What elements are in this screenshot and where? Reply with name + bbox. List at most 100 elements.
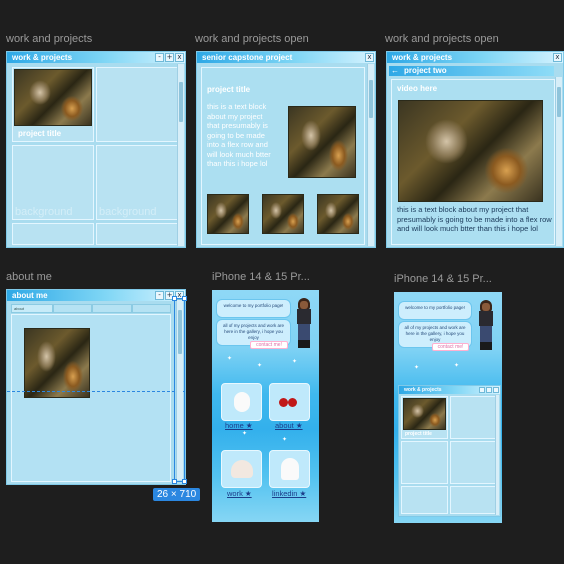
close-button[interactable]: x bbox=[553, 53, 562, 62]
titlebar[interactable]: work & projects bbox=[399, 386, 500, 394]
project-image bbox=[288, 106, 356, 178]
subtitle-bar: ← project two bbox=[389, 66, 554, 76]
project-card[interactable]: project title bbox=[401, 396, 448, 439]
project-thumbnail bbox=[403, 398, 446, 430]
background-placeholder: background bbox=[99, 206, 157, 218]
video-placeholder[interactable] bbox=[398, 100, 543, 202]
sparkle-icon: ✦ bbox=[242, 431, 248, 437]
project-card[interactable] bbox=[96, 223, 178, 245]
video-label: video here bbox=[397, 84, 438, 93]
tab-about[interactable]: about bbox=[11, 304, 53, 313]
nav-tile-work[interactable] bbox=[221, 450, 262, 488]
scrollbar-thumb[interactable] bbox=[178, 310, 182, 354]
titlebar[interactable]: senior capstone project x bbox=[197, 52, 375, 63]
gallery-thumbnail[interactable] bbox=[207, 194, 249, 234]
window-title: work & projects bbox=[12, 53, 73, 62]
project-detail-panel: video here this is a text block about my… bbox=[391, 79, 555, 245]
frame-label-about-me[interactable]: about me bbox=[6, 271, 52, 283]
dimension-badge: 26 × 710 bbox=[153, 488, 201, 501]
titlebar[interactable]: work & projects x bbox=[387, 52, 563, 63]
frame-label-iphone-2[interactable]: iPhone 14 & 15 Pr... bbox=[394, 273, 492, 285]
scrollbar-thumb[interactable] bbox=[369, 80, 373, 118]
sparkle-icon: ✦ bbox=[414, 365, 420, 371]
mini-work-window: work & projects project title bbox=[398, 385, 501, 517]
maximize-button[interactable] bbox=[486, 387, 492, 393]
scrollbar[interactable] bbox=[367, 64, 374, 246]
scrollbar[interactable] bbox=[176, 300, 183, 480]
project-card[interactable] bbox=[12, 223, 94, 245]
work-projects-window: work & projects - + x project title back… bbox=[6, 51, 186, 248]
project-card[interactable] bbox=[450, 441, 497, 484]
project-title: project title bbox=[207, 85, 251, 94]
phone-frame-home: welcome to my portfolio page! all of my … bbox=[212, 290, 319, 522]
nav-tile-home[interactable] bbox=[221, 383, 262, 421]
welcome-bubble: welcome to my portfolio page! bbox=[216, 299, 291, 318]
nav-linkedin-link[interactable]: linkedin ★ bbox=[272, 489, 306, 498]
about-panel bbox=[11, 314, 171, 482]
sparkle-icon: ✦ bbox=[282, 437, 288, 443]
window-title: senior capstone project bbox=[202, 53, 293, 62]
project-card[interactable] bbox=[450, 486, 497, 514]
tab[interactable] bbox=[92, 304, 132, 313]
resize-handle[interactable] bbox=[172, 479, 177, 484]
frame-label-work-and-projects-open[interactable]: work and projects open bbox=[195, 33, 309, 45]
project-card[interactable] bbox=[96, 67, 178, 142]
frame-label-iphone-1[interactable]: iPhone 14 & 15 Pr... bbox=[212, 271, 310, 283]
gallery-thumbnail[interactable] bbox=[262, 194, 304, 234]
frame-label-work-and-projects[interactable]: work and projects bbox=[6, 33, 92, 45]
cherry-icon bbox=[288, 398, 297, 407]
close-button[interactable] bbox=[493, 387, 499, 393]
window-title: work & projects bbox=[404, 387, 442, 393]
window-title: work & projects bbox=[392, 53, 453, 62]
about-me-window: about me - + x about bbox=[6, 289, 186, 485]
nav-work-link[interactable]: work ★ bbox=[227, 489, 252, 498]
welcome-bubble: welcome to my portfolio page! bbox=[398, 301, 472, 320]
scrollbar[interactable] bbox=[555, 77, 562, 246]
scrollbar[interactable] bbox=[495, 395, 499, 515]
nav-tile-about[interactable] bbox=[269, 383, 310, 421]
phone-frame-work: welcome to my portfolio page! all of my … bbox=[394, 292, 502, 523]
project-thumbnail bbox=[14, 69, 92, 126]
cherry-icon bbox=[279, 398, 288, 407]
resize-handle[interactable] bbox=[182, 479, 187, 484]
intro-text: all of my projects and work are here in … bbox=[404, 325, 466, 342]
project-card[interactable]: background bbox=[96, 145, 178, 220]
titlebar[interactable]: about me - + x bbox=[7, 290, 185, 301]
scrollbar-thumb[interactable] bbox=[557, 87, 561, 117]
minimize-button[interactable]: - bbox=[155, 291, 164, 300]
gallery-thumbnail[interactable] bbox=[317, 194, 359, 234]
bunny-icon bbox=[234, 392, 250, 412]
project-card[interactable] bbox=[401, 486, 448, 514]
project-card[interactable]: background bbox=[12, 145, 94, 220]
back-arrow-icon[interactable]: ← bbox=[391, 66, 399, 76]
resize-handle[interactable] bbox=[182, 296, 187, 301]
contact-button[interactable]: contact me! bbox=[250, 341, 288, 349]
minimize-button[interactable] bbox=[479, 387, 485, 393]
contact-button[interactable]: contact me! bbox=[432, 343, 469, 351]
tab[interactable] bbox=[131, 304, 171, 313]
project-card[interactable]: project title bbox=[12, 67, 94, 142]
sparkle-icon: ✦ bbox=[454, 363, 460, 369]
scrollbar[interactable] bbox=[177, 64, 184, 246]
nav-tile-linkedin[interactable] bbox=[269, 450, 310, 488]
sparkle-icon: ✦ bbox=[257, 363, 263, 369]
close-button[interactable]: x bbox=[365, 53, 374, 62]
subtitle: project two bbox=[404, 66, 447, 75]
project-two-window: work & projects x ← project two video he… bbox=[386, 51, 564, 248]
tab[interactable] bbox=[52, 304, 92, 313]
capstone-window: senior capstone project x project title … bbox=[196, 51, 376, 248]
intro-text: all of my projects and work are here in … bbox=[222, 323, 285, 340]
nav-home-link[interactable]: home ★ bbox=[225, 421, 253, 430]
minimize-button[interactable]: - bbox=[155, 53, 164, 62]
maximize-button[interactable]: + bbox=[165, 53, 174, 62]
scrollbar-thumb[interactable] bbox=[179, 82, 183, 122]
frame-label-work-and-projects-open-2[interactable]: work and projects open bbox=[385, 33, 499, 45]
guide-line bbox=[7, 391, 185, 392]
resize-handle[interactable] bbox=[172, 296, 177, 301]
project-card[interactable] bbox=[401, 441, 448, 484]
project-detail-panel: project title this is a text block about… bbox=[201, 67, 365, 245]
nav-about-link[interactable]: about ★ bbox=[275, 421, 303, 430]
titlebar[interactable]: work & projects - + x bbox=[7, 52, 185, 63]
project-card[interactable] bbox=[450, 396, 497, 439]
close-button[interactable]: x bbox=[175, 53, 184, 62]
